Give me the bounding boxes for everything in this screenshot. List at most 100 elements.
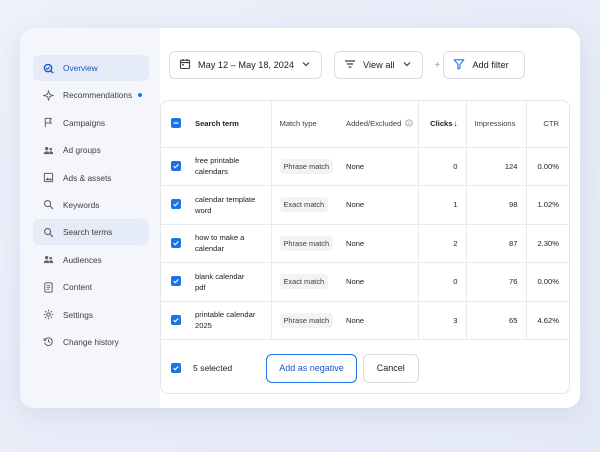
add-filter-label: Add filter [472, 60, 509, 70]
search-terms-table-card: Search term Match type Added/Excluded Cl… [160, 100, 570, 394]
header-match-type[interactable]: Match type [270, 101, 338, 148]
history-icon [42, 336, 54, 348]
sparkle-icon [42, 89, 54, 101]
search-terms-table: Search term Match type Added/Excluded Cl… [161, 101, 569, 340]
cell-clicks: 1 [417, 185, 466, 225]
table-row[interactable]: free printable calendars Phrase match Non… [161, 147, 569, 186]
search-icon [42, 199, 54, 211]
sidebar-item-label: Content [63, 282, 93, 293]
header-impressions[interactable]: Impressions [465, 101, 526, 148]
header-clicks-label: Clicks [430, 119, 453, 129]
header-search-term[interactable]: Search term [187, 101, 271, 148]
cell-ctr: 0.00% [525, 147, 569, 186]
sidebar-item-audiences[interactable]: Audiences [33, 247, 149, 273]
cell-clicks: 3 [417, 301, 466, 340]
header-clicks[interactable]: Clicks↓ [417, 101, 466, 148]
select-all-cell [161, 101, 187, 148]
table-row[interactable]: how to make a calendar Phrase match None … [161, 224, 569, 263]
cell-ctr: 2.30% [525, 224, 569, 263]
selected-count: 5 selected [193, 363, 233, 373]
cell-ctr: 0.00% [525, 262, 569, 302]
sidebar-item-label: Overview [63, 63, 98, 73]
selection-action-bar: 5 selected Add as negative Cancel [161, 341, 569, 393]
toolbar: May 12 – May 18, 2024 View all + Add fil… [169, 51, 525, 79]
sidebar-item-label: Change history [63, 336, 119, 347]
cell-clicks: 2 [417, 224, 466, 263]
cell-added-excluded: None [338, 224, 418, 263]
add-filter-button[interactable]: Add filter [443, 51, 525, 79]
cell-clicks: 0 [417, 262, 466, 302]
cell-ctr: 4.62% [525, 301, 569, 340]
cancel-button[interactable]: Cancel [362, 353, 419, 383]
match-type-chip: Phrase match [279, 235, 334, 251]
row-checkbox[interactable] [171, 237, 181, 248]
cell-search-term: how to make a calendar [187, 224, 271, 263]
view-all-button[interactable]: View all [334, 51, 423, 79]
match-type-chip: Phrase match [279, 158, 334, 174]
overview-icon [42, 62, 54, 74]
sidebar-item-label: Recommendations [63, 90, 133, 101]
match-type-chip: Exact match [279, 197, 329, 213]
add-as-negative-button[interactable]: Add as negative [266, 353, 357, 383]
cell-search-term: printable calendar 2025 [187, 301, 271, 340]
app-window: Overview Recommendations Campaigns Ad gr… [20, 28, 580, 408]
select-all-checkbox[interactable] [171, 118, 181, 129]
filter-funnel-icon [453, 58, 465, 72]
date-range-label: May 12 – May 18, 2024 [198, 60, 295, 70]
match-type-chip: Phrase match [279, 312, 334, 328]
people-icon [42, 144, 54, 156]
sidebar-item-label: Search terms [63, 227, 113, 238]
filter-lines-icon [344, 58, 356, 72]
sort-desc-arrow-icon: ↓ [453, 119, 458, 129]
header-ctr[interactable]: CTR [525, 101, 569, 148]
sidebar-item-settings[interactable]: Settings [33, 302, 149, 328]
row-checkbox[interactable] [171, 314, 181, 325]
sidebar-item-label: Keywords [63, 199, 100, 210]
row-checkbox[interactable] [171, 276, 181, 287]
image-icon [42, 172, 54, 184]
cell-impressions: 76 [465, 262, 526, 302]
sidebar-item-keywords[interactable]: Keywords [33, 192, 149, 218]
flag-icon [42, 117, 54, 129]
sidebar-item-recommendations[interactable]: Recommendations [33, 82, 149, 108]
view-all-label: View all [363, 60, 395, 70]
notification-dot [138, 93, 142, 98]
match-type-chip: Exact match [279, 274, 329, 290]
row-checkbox[interactable] [171, 160, 181, 171]
table-row[interactable]: calendar template word Exact match None 1… [161, 185, 569, 225]
header-added-excluded[interactable]: Added/Excluded [338, 101, 418, 148]
sidebar-item-change-history[interactable]: Change history [33, 329, 149, 355]
sidebar-item-campaigns[interactable]: Campaigns [33, 110, 149, 136]
cell-search-term: free printable calendars [187, 147, 271, 186]
info-icon[interactable] [405, 119, 413, 127]
chevron-down-icon [300, 58, 312, 72]
cell-impressions: 87 [465, 224, 526, 263]
cell-impressions: 65 [465, 301, 526, 340]
cell-clicks: 0 [417, 147, 466, 186]
sidebar-item-overview[interactable]: Overview [33, 55, 149, 81]
header-added-excluded-label: Added/Excluded [346, 119, 402, 129]
cell-added-excluded: None [338, 262, 418, 302]
cell-added-excluded: None [338, 147, 418, 186]
sidebar-item-content[interactable]: Content [33, 274, 149, 300]
date-range-button[interactable]: May 12 – May 18, 2024 [169, 51, 323, 79]
cell-search-term: calendar template word [187, 185, 271, 225]
chevron-down-icon [401, 58, 413, 72]
table-row[interactable]: blank calendar pdf Exact match None 0 76 … [161, 262, 569, 302]
sidebar-item-label: Ads & assets [63, 172, 112, 183]
document-icon [42, 281, 54, 293]
sidebar-item-ad-groups[interactable]: Ad groups [33, 137, 149, 163]
row-checkbox[interactable] [171, 199, 181, 210]
cell-ctr: 1.02% [525, 185, 569, 225]
selection-checkbox[interactable] [171, 363, 181, 373]
sidebar-item-search-terms[interactable]: Search terms [33, 219, 149, 246]
table-row[interactable]: printable calendar 2025 Phrase match None… [161, 301, 569, 340]
table-header-row: Search term Match type Added/Excluded Cl… [161, 101, 569, 148]
gear-icon [42, 309, 54, 321]
sidebar-item-ads-assets[interactable]: Ads & assets [33, 165, 149, 191]
calendar-icon [179, 58, 191, 72]
cell-search-term: blank calendar pdf [187, 262, 271, 302]
cell-added-excluded: None [338, 301, 418, 340]
sidebar-item-label: Campaigns [63, 117, 105, 128]
sidebar-item-label: Audiences [63, 254, 102, 265]
